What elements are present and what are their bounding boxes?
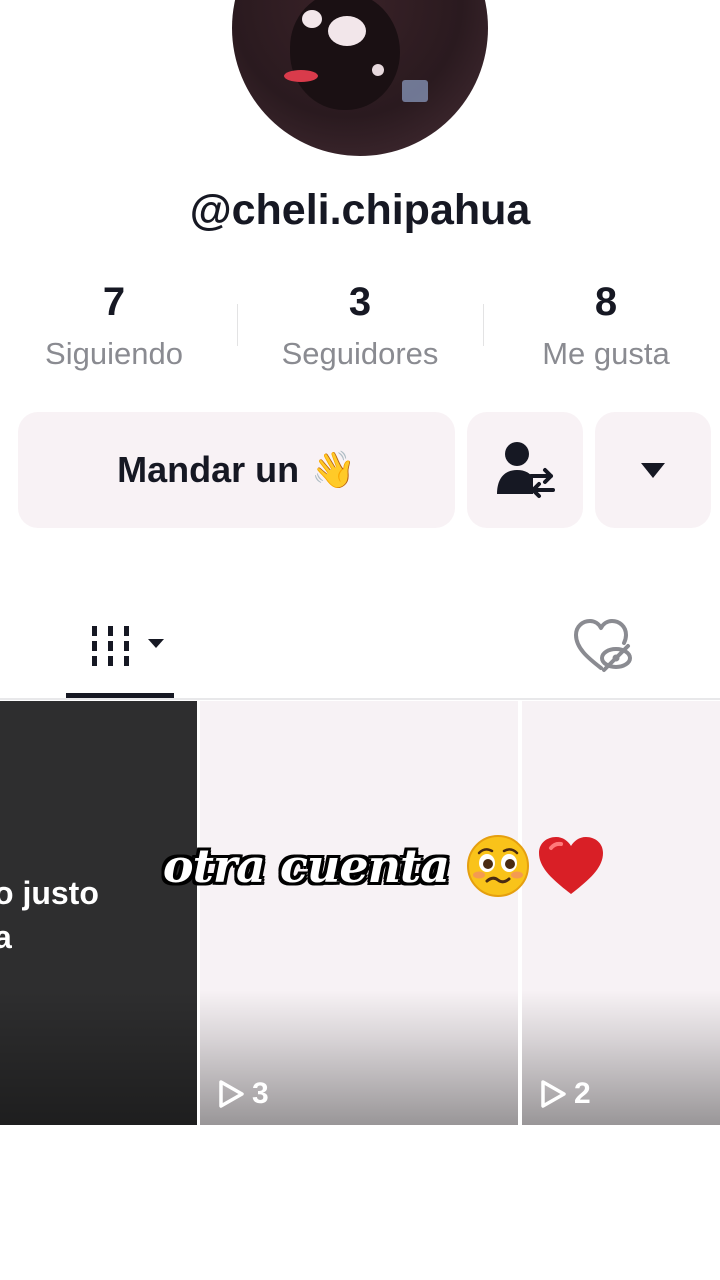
- profile-avatar[interactable]: [232, 0, 488, 156]
- stat-likes-label: Me gusta: [542, 336, 670, 371]
- waving-hand-icon: 👋: [311, 449, 356, 490]
- view-count: 3: [216, 1077, 269, 1111]
- view-count: 2: [538, 1077, 591, 1111]
- avatar-detail: [372, 64, 384, 76]
- play-icon: [219, 1080, 244, 1108]
- stat-divider: [237, 304, 238, 346]
- stat-likes-value: 8: [594, 280, 618, 324]
- tab-liked[interactable]: [570, 616, 636, 676]
- stat-following[interactable]: 7 Siguiendo: [0, 278, 234, 372]
- play-icon: [541, 1080, 566, 1108]
- video-thumbnail[interactable]: 2: [522, 701, 720, 1125]
- grid-icon: [92, 626, 164, 666]
- user-swap-icon: [497, 442, 555, 498]
- stat-likes[interactable]: 8 Me gusta: [486, 278, 720, 372]
- pleading-face-icon: [467, 835, 530, 897]
- video-thumbnail[interactable]: 3: [200, 701, 518, 1125]
- avatar-detail: [302, 10, 322, 28]
- avatar-detail: [328, 16, 366, 46]
- stat-followers-label: Seguidores: [281, 336, 439, 371]
- tab-videos[interactable]: [68, 600, 174, 700]
- caret-down-icon: [641, 463, 665, 478]
- more-options-button[interactable]: [595, 412, 711, 528]
- avatar-detail: [402, 80, 428, 102]
- view-count-value: 2: [574, 1077, 591, 1110]
- overlay-caption: otra cuenta: [0, 826, 720, 906]
- stat-divider: [483, 304, 484, 346]
- view-count-value: 3: [252, 1077, 269, 1110]
- thumbnail-shade: [0, 990, 197, 1125]
- overlay-caption-text: otra cuenta: [162, 839, 450, 893]
- profile-username: @cheli.chipahua: [189, 186, 531, 234]
- red-heart-icon: [539, 837, 604, 894]
- stat-following-value: 7: [102, 280, 126, 324]
- stat-followers-value: 3: [348, 280, 372, 324]
- tab-bar-divider: [0, 698, 720, 700]
- wave-message-label: Mandar un: [117, 449, 300, 490]
- video-thumbnail[interactable]: o justo a: [0, 701, 197, 1125]
- stat-following-label: Siguiendo: [45, 336, 183, 371]
- hidden-heart-icon: [574, 619, 632, 672]
- wave-message-button[interactable]: Mandar un 👋: [18, 412, 455, 528]
- avatar-detail: [284, 70, 318, 82]
- friend-swap-button[interactable]: [467, 412, 583, 528]
- stat-followers[interactable]: 3 Seguidores: [240, 278, 480, 372]
- overlay-emojis: [465, 833, 607, 899]
